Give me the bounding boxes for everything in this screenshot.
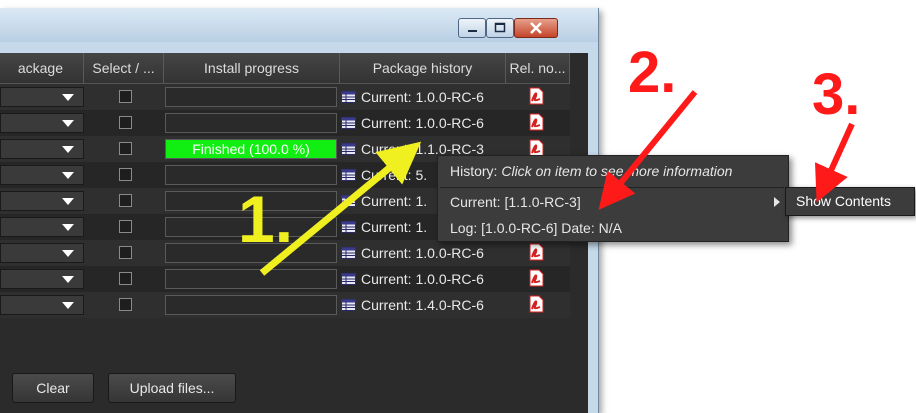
close-button[interactable] xyxy=(514,18,558,38)
table-row[interactable]: Current: 1.4.0-RC-6 xyxy=(0,292,570,318)
title-bar xyxy=(0,8,598,42)
package-history-context-menu: History: Click on item to see more infor… xyxy=(437,155,789,242)
history-table-icon xyxy=(341,195,356,207)
dropdown-arrow-icon xyxy=(62,224,74,231)
select-checkbox[interactable] xyxy=(119,168,132,181)
install-progress-bar: Finished (100.0 %) xyxy=(165,139,337,159)
package-dropdown[interactable] xyxy=(0,87,84,107)
dropdown-arrow-icon xyxy=(62,250,74,257)
pdf-icon[interactable] xyxy=(528,87,544,105)
dropdown-arrow-icon xyxy=(62,302,74,309)
package-dropdown[interactable] xyxy=(0,217,84,237)
table-row[interactable]: Current: 1.0.0-RC-6 xyxy=(0,110,570,136)
package-history-text: Current: 1.0.0-RC-6 xyxy=(361,115,484,131)
callout-2: 2. xyxy=(628,40,677,105)
pdf-icon[interactable] xyxy=(528,295,544,313)
current-submenu: Show Contents xyxy=(785,187,915,216)
menu-item-show-contents[interactable]: Show Contents xyxy=(786,188,914,214)
package-dropdown[interactable] xyxy=(0,165,84,185)
install-progress-bar xyxy=(165,87,337,107)
maximize-icon xyxy=(494,22,506,33)
package-dropdown[interactable] xyxy=(0,191,84,211)
table-row[interactable]: Current: 1.0.0-RC-6 xyxy=(0,266,570,292)
select-checkbox[interactable] xyxy=(119,194,132,207)
history-table-icon xyxy=(341,169,356,181)
menu-separator xyxy=(440,187,784,188)
history-table-icon xyxy=(341,299,356,311)
dropdown-arrow-icon xyxy=(62,94,74,101)
pdf-icon[interactable] xyxy=(528,113,544,131)
select-checkbox[interactable] xyxy=(119,246,132,259)
select-checkbox[interactable] xyxy=(119,272,132,285)
package-dropdown[interactable] xyxy=(0,243,84,263)
package-history-text: Current: 5. xyxy=(361,167,428,183)
package-history-text: Current: 1.0.0-RC-6 xyxy=(361,89,484,105)
package-history-cell[interactable]: Current: 1. xyxy=(341,191,427,211)
dropdown-arrow-icon xyxy=(62,198,74,205)
close-icon xyxy=(530,22,542,34)
history-table-icon xyxy=(341,273,356,285)
package-history-text: Current: 1.4.0-RC-6 xyxy=(361,297,484,313)
package-history-cell[interactable]: Current: 5. xyxy=(341,165,427,185)
package-history-cell[interactable]: Current: 1.0.0-RC-6 xyxy=(341,87,484,107)
package-history-cell[interactable]: Current: 1.0.0-RC-6 xyxy=(341,269,484,289)
submenu-arrow-icon xyxy=(774,197,780,207)
package-history-cell[interactable]: Current: 1. xyxy=(341,217,427,237)
package-history-text: Current: 1. xyxy=(361,219,428,235)
history-label: History: xyxy=(450,163,502,179)
select-checkbox[interactable] xyxy=(119,220,132,233)
header-package[interactable]: ackage xyxy=(0,53,84,83)
table-row[interactable]: Current: 1.0.0-RC-6 xyxy=(0,84,570,110)
select-checkbox[interactable] xyxy=(119,90,132,103)
upload-files-button[interactable]: Upload files... xyxy=(108,373,236,403)
menu-item-current-label: Current: [1.1.0-RC-3] xyxy=(450,194,581,210)
pdf-icon[interactable] xyxy=(528,243,544,261)
history-table-icon xyxy=(341,221,356,233)
menu-item-log[interactable]: Log: [1.0.0-RC-6] Date: N/A xyxy=(438,215,788,241)
menu-item-current[interactable]: Current: [1.1.0-RC-3] xyxy=(438,189,788,215)
install-progress-bar xyxy=(165,113,337,133)
dropdown-arrow-icon xyxy=(62,146,74,153)
package-dropdown[interactable] xyxy=(0,113,84,133)
package-history-cell[interactable]: Current: 1.4.0-RC-6 xyxy=(341,295,484,315)
package-history-text: Current: 1.0.0-RC-6 xyxy=(361,245,484,261)
pdf-icon[interactable] xyxy=(528,269,544,287)
package-history-text: Current: 1. xyxy=(361,193,428,209)
progress-label: Finished (100.0 %) xyxy=(192,141,310,157)
package-history-cell[interactable]: Current: 1.0.0-RC-6 xyxy=(341,243,484,263)
history-table-icon xyxy=(341,143,356,155)
minimize-icon xyxy=(468,30,477,32)
callout-3-arrow xyxy=(815,122,855,203)
menu-item-history-hint: History: Click on item to see more infor… xyxy=(438,158,788,184)
package-dropdown[interactable] xyxy=(0,139,84,159)
select-checkbox[interactable] xyxy=(119,298,132,311)
header-select[interactable]: Select / ... xyxy=(84,53,164,83)
history-table-icon xyxy=(341,117,356,129)
package-dropdown[interactable] xyxy=(0,295,84,315)
history-hint-text: Click on item to see more information xyxy=(501,163,733,179)
install-progress-bar xyxy=(165,269,337,289)
history-table-icon xyxy=(341,91,356,103)
clear-button[interactable]: Clear xyxy=(12,373,94,403)
maximize-button[interactable] xyxy=(486,18,514,38)
install-progress-bar xyxy=(165,295,337,315)
dropdown-arrow-icon xyxy=(62,172,74,179)
header-install-progress[interactable]: Install progress xyxy=(164,53,340,83)
callout-1: 1. xyxy=(238,182,294,256)
package-history-text: Current: 1.0.0-RC-6 xyxy=(361,271,484,287)
minimize-button[interactable] xyxy=(458,18,486,38)
dropdown-arrow-icon xyxy=(62,276,74,283)
dropdown-arrow-icon xyxy=(62,120,74,127)
package-history-cell[interactable]: Current: 1.0.0-RC-6 xyxy=(341,113,484,133)
callout-3: 3. xyxy=(812,62,861,127)
select-checkbox[interactable] xyxy=(119,116,132,129)
package-dropdown[interactable] xyxy=(0,269,84,289)
header-package-history[interactable]: Package history xyxy=(340,53,506,83)
select-checkbox[interactable] xyxy=(119,142,132,155)
table-header: ackage Select / ... Install progress Pac… xyxy=(0,53,570,84)
history-table-icon xyxy=(341,247,356,259)
header-release-notes[interactable]: Rel. no... xyxy=(506,53,570,83)
